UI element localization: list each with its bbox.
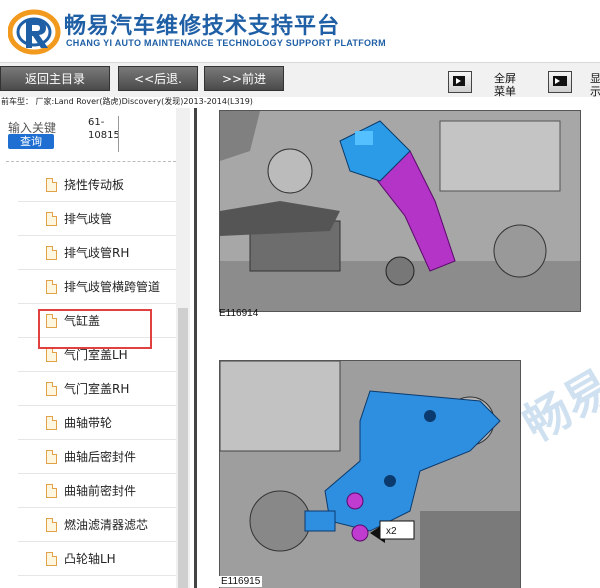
app-title: 畅易汽车维修技术支持平台 (64, 14, 341, 39)
tree-item[interactable]: 排气歧管RH (18, 236, 176, 270)
home-button[interactable]: 返回主目录 (0, 66, 110, 91)
search-button[interactable]: 查询 (8, 134, 54, 149)
tree-item[interactable]: 曲轴后密封件 (18, 440, 176, 474)
figure-2-caption: E116915 (219, 576, 263, 587)
callout-label: x2 (386, 526, 397, 537)
highlight-annotation (38, 309, 152, 349)
fullscreen-button[interactable] (448, 71, 472, 93)
breadcrumb: 前车型： 厂家:Land Rover(路虎)Discovery(发现)2013-… (1, 97, 253, 106)
document-icon (46, 416, 57, 430)
document-icon (46, 280, 57, 294)
document-icon (46, 382, 57, 396)
document-icon (46, 484, 57, 498)
engine-figure-2: x2 (219, 360, 521, 588)
sidebar-scrollbar[interactable] (176, 108, 190, 588)
display-label[interactable]: 显 示 (590, 72, 600, 98)
tree-item[interactable]: 燃油滤清器滤芯 (18, 508, 176, 542)
document-icon (46, 348, 57, 362)
document-icon (46, 518, 57, 532)
app-header: 畅易汽车维修技术支持平台 CHANG YI AUTO MAINTENANCE T… (0, 0, 600, 62)
component-tree: 挠性传动板 排气歧管 排气歧管RH 排气歧管横跨管道 气缸盖 气门室盖LH 气门… (18, 168, 176, 576)
content-pane: E116914 x2 E116915 (197, 108, 600, 588)
tree-item[interactable]: 凸轮轴LH (18, 542, 176, 576)
document-icon (46, 552, 57, 566)
app-subtitle: CHANG YI AUTO MAINTENANCE TECHNOLOGY SUP… (66, 38, 386, 48)
document-icon (46, 246, 57, 260)
tree-item[interactable]: 排气歧管 (18, 202, 176, 236)
document-icon (46, 450, 57, 464)
tree-item[interactable]: 曲轴前密封件 (18, 474, 176, 508)
document-icon (46, 178, 57, 192)
back-button[interactable]: <<后退. (118, 66, 198, 91)
search-input[interactable]: 61-10815 (88, 116, 120, 142)
changyi-logo (8, 9, 61, 55)
scrollbar-thumb[interactable] (178, 308, 188, 588)
split-view-button[interactable] (548, 71, 572, 93)
tree-item[interactable]: 排气歧管横跨管道 (18, 270, 176, 304)
tree-item[interactable]: 曲轴带轮 (18, 406, 176, 440)
document-icon (46, 212, 57, 226)
figure-1-caption: E116914 (219, 308, 259, 319)
engine-figure-1 (219, 110, 581, 312)
tree-item[interactable]: 挠性传动板 (18, 168, 176, 202)
tree-item[interactable]: 气门室盖RH (18, 372, 176, 406)
forward-button[interactable]: >>前进 (204, 66, 284, 91)
fullscreen-menu-label[interactable]: 全屏 菜单 (494, 72, 516, 98)
